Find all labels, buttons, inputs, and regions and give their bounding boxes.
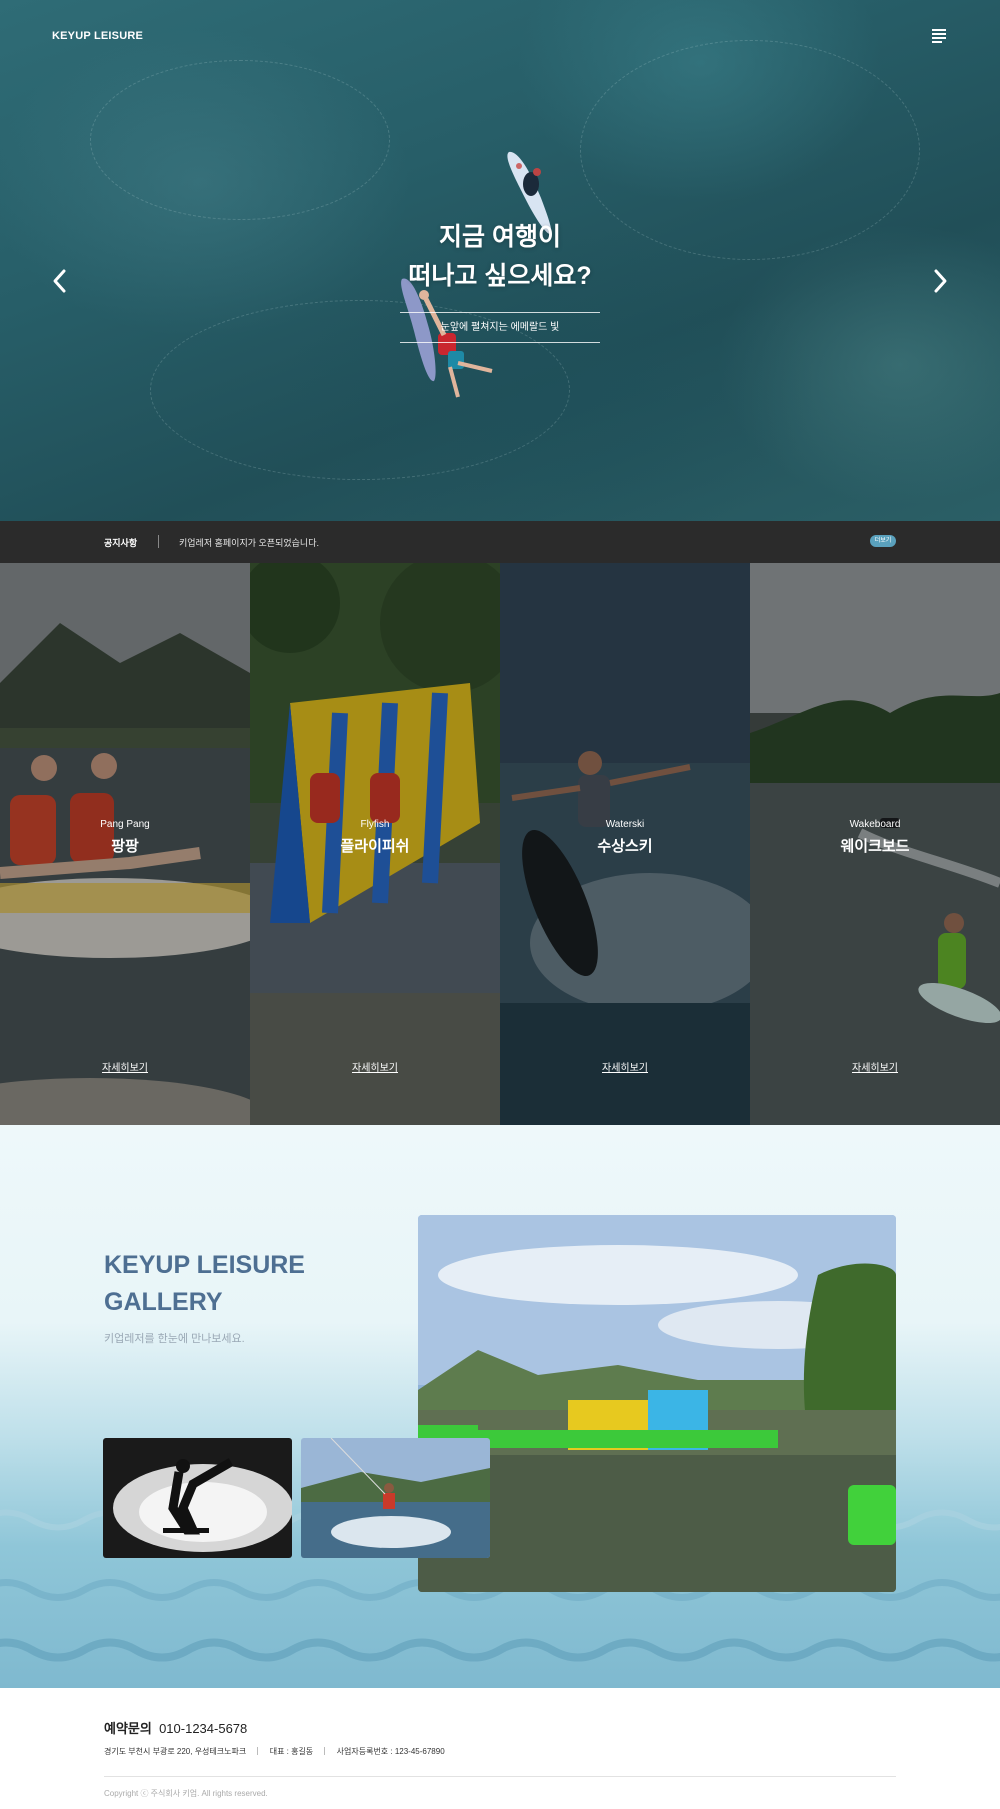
notice-label: 공지사항 [104, 538, 138, 548]
gallery-title-line2: GALLERY [104, 1288, 223, 1316]
activity-en-name: Flyfish [360, 819, 390, 830]
activity-en-name: Pang Pang [100, 819, 150, 830]
activity-card-flyfish[interactable]: Flyfish 플라이피쉬 자세히보기 [250, 563, 500, 1125]
activity-card-wakeboard[interactable]: Wakeboard 웨이크보드 자세히보기 [750, 563, 1000, 1125]
footer-info: 경기도 부천시 부광로 220, 우성테크노파크 대표 : 홍길동 사업자등록번… [104, 1746, 445, 1757]
hero-slider: KEYUP LEISURE 지금 여행이 떠나고 싶으세요? 눈앞에 펼쳐지는 … [0, 0, 1000, 521]
activity-list: Pang Pang 팡팡 자세히보기 Flyfish 플라이피쉬 자세히보기 W… [0, 563, 1000, 1125]
gallery-subtitle: 키업레저를 한눈에 만나보세요. [104, 1333, 245, 1345]
notice-bar: 공지사항 키업레저 홈페이지가 오픈되었습니다. 더보기 [0, 521, 1000, 563]
gallery-thumb-1[interactable] [103, 1438, 292, 1558]
footer-phone: 예약문의 010-1234-5678 [104, 1718, 247, 1737]
hero-title: 지금 여행이 떠나고 싶으세요? [300, 218, 700, 296]
notice-divider [158, 535, 159, 548]
activity-card-waterski[interactable]: Waterski 수상스키 자세히보기 [500, 563, 750, 1125]
chevron-left-icon[interactable] [49, 268, 71, 294]
activity-ko-name: 수상스키 [597, 838, 653, 855]
menu-icon[interactable] [932, 29, 948, 43]
notice-more-button[interactable]: 더보기 [870, 535, 896, 547]
footer-separator [257, 1747, 259, 1755]
activity-ko-name: 플라이피쉬 [340, 838, 410, 855]
hero-subtitle: 눈앞에 펼쳐지는 에메랄드 빛 [400, 312, 600, 343]
gallery-thumb-2[interactable] [301, 1438, 490, 1558]
phone-number[interactable]: 010-1234-5678 [159, 1721, 247, 1736]
activity-detail-link[interactable]: 자세히보기 [0, 1059, 250, 1074]
gallery-title: KEYUP LEISURE GALLERY [104, 1247, 364, 1321]
gallery-section: KEYUP LEISURE GALLERY 키업레저를 한눈에 만나보세요. [0, 1125, 1000, 1688]
hero-title-line2: 떠나고 싶으세요? [408, 262, 592, 290]
activity-ko-name: 웨이크보드 [840, 838, 910, 855]
chevron-right-icon[interactable] [929, 268, 951, 294]
footer-separator [324, 1747, 326, 1755]
site-logo[interactable]: KEYUP LEISURE [52, 30, 143, 42]
footer-divider [104, 1776, 896, 1777]
footer-ceo: 대표 : 홍길동 [269, 1747, 314, 1756]
footer-biz-no: 사업자등록번호 : 123-45-67890 [336, 1747, 445, 1756]
silhouette-photo [103, 1438, 292, 1558]
phone-label: 예약문의 [104, 1721, 152, 1736]
activity-card-pangpang[interactable]: Pang Pang 팡팡 자세히보기 [0, 563, 250, 1125]
notice-link[interactable]: 키업레저 홈페이지가 오픈되었습니다. [179, 536, 319, 549]
gallery-title-line1: KEYUP LEISURE [104, 1251, 305, 1279]
activity-en-name: Wakeboard [849, 819, 901, 830]
activity-detail-link[interactable]: 자세히보기 [500, 1059, 750, 1074]
activity-ko-name: 팡팡 [111, 838, 139, 855]
wave-decoration [0, 1638, 1000, 1662]
water-texture [90, 60, 390, 220]
wakeboard-photo [301, 1438, 490, 1558]
footer-copyright: Copyright ⓒ 주식회사 키업. All rights reserved… [104, 1789, 268, 1798]
activity-detail-link[interactable]: 자세히보기 [750, 1059, 1000, 1074]
footer: 예약문의 010-1234-5678 경기도 부천시 부광로 220, 우성테크… [0, 1688, 1000, 1809]
activity-en-name: Waterski [605, 819, 645, 830]
activity-detail-link[interactable]: 자세히보기 [250, 1059, 500, 1074]
footer-address: 경기도 부천시 부광로 220, 우성테크노파크 [104, 1747, 247, 1756]
hero-title-line1: 지금 여행이 [439, 223, 561, 251]
